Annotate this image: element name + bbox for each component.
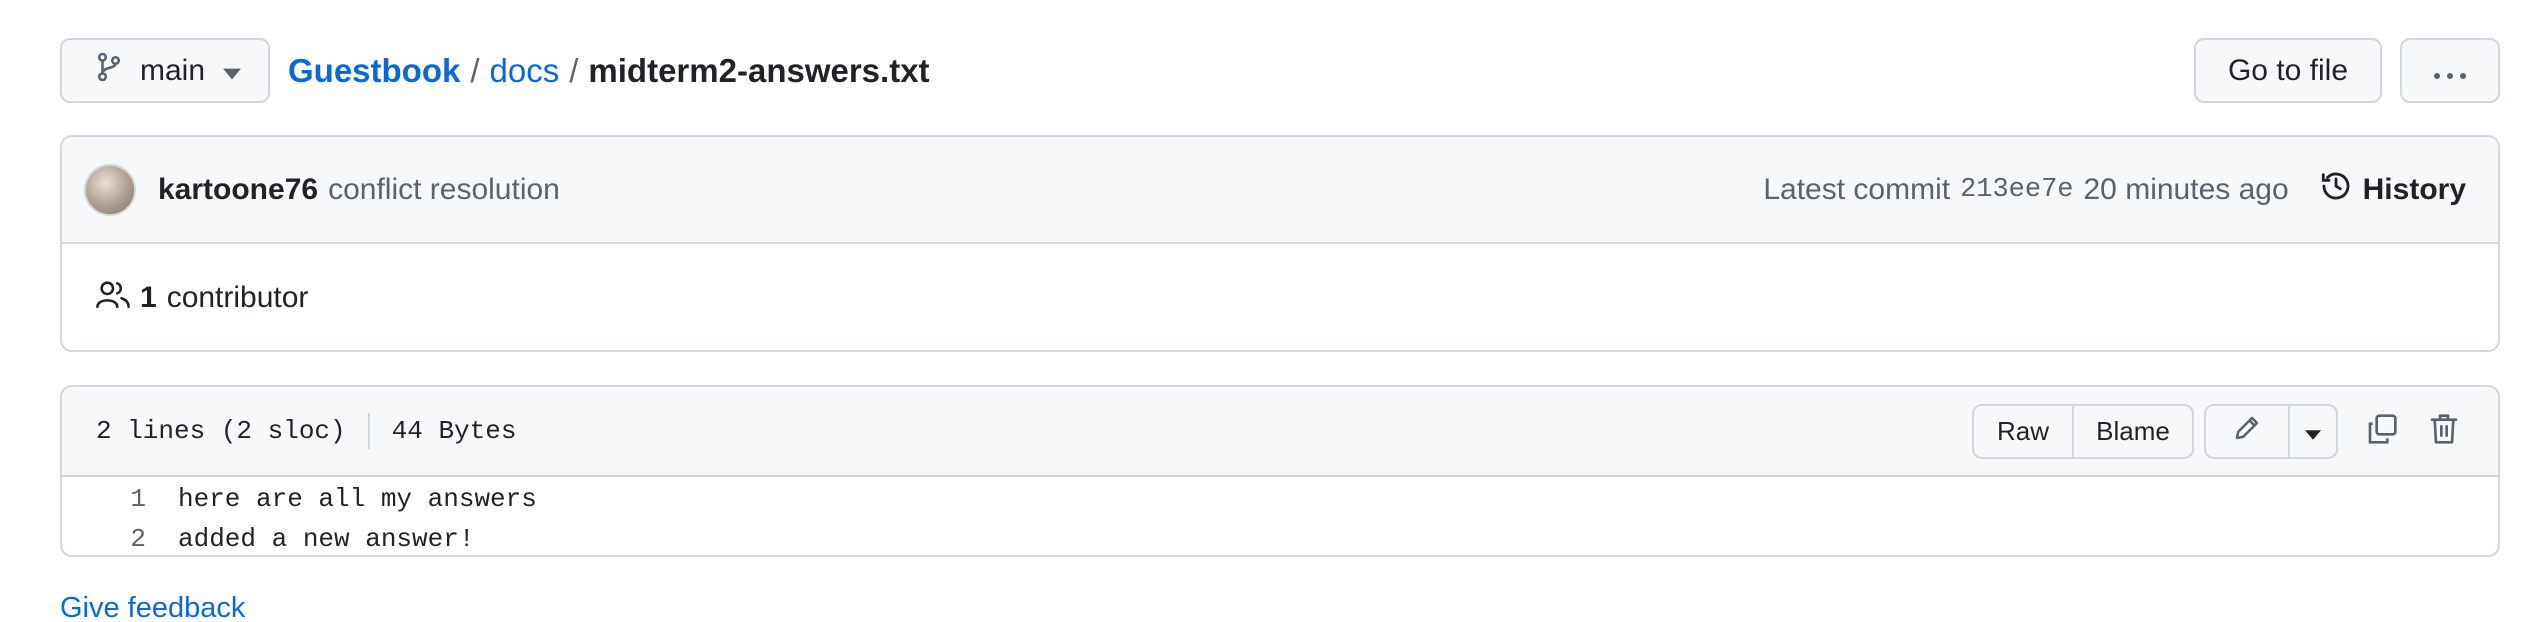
latest-commit-row: kartoone76 conflict resolution Latest co…	[62, 137, 2498, 244]
line-number[interactable]: 1	[62, 484, 146, 514]
pencil-icon	[2232, 413, 2262, 450]
branch-selector-button[interactable]: main	[60, 38, 270, 103]
trash-icon	[2429, 413, 2459, 450]
more-options-button[interactable]	[2400, 38, 2500, 103]
go-to-file-button[interactable]: Go to file	[2194, 38, 2382, 103]
commit-author-link[interactable]: kartoone76	[158, 173, 318, 207]
contributor-count: 1	[140, 281, 157, 314]
line-number[interactable]: 2	[62, 524, 146, 554]
latest-commit-label: Latest commit	[1763, 172, 1951, 206]
chevron-down-icon	[223, 54, 242, 88]
code-line: 1 here are all my answers	[62, 479, 2498, 519]
breadcrumb-repo-link[interactable]: Guestbook	[288, 54, 460, 87]
breadcrumb-separator: /	[569, 52, 579, 89]
top-actions: Go to file	[2194, 38, 2500, 103]
divider	[367, 413, 370, 449]
file-header: 2 lines (2 sloc) 44 Bytes Raw Blame	[62, 387, 2498, 477]
line-content: added a new answer!	[178, 524, 475, 554]
contributors-row[interactable]: 1 contributor	[62, 244, 2498, 350]
file-info: 2 lines (2 sloc) 44 Bytes	[96, 413, 516, 449]
breadcrumb-separator: /	[470, 52, 480, 89]
breadcrumb-file-name: midterm2-answers.txt	[588, 52, 930, 89]
copy-raw-button[interactable]	[2352, 404, 2412, 459]
copy-icon	[2366, 413, 2398, 450]
file-size: 44 Bytes	[391, 416, 517, 446]
people-icon	[96, 279, 130, 317]
chevron-down-icon	[2305, 416, 2321, 447]
git-branch-icon	[96, 52, 122, 90]
line-count: 2 lines (2 sloc)	[96, 416, 346, 446]
code-line: 2 added a new answer!	[62, 519, 2498, 555]
file-navigation-bar: main Guestbook / docs / midterm2-answers…	[60, 38, 2500, 103]
history-icon	[2319, 169, 2353, 211]
commit-message-link[interactable]: conflict resolution	[328, 173, 560, 207]
give-feedback-link[interactable]: Give feedback	[60, 592, 245, 622]
file-actions: Raw Blame	[1972, 403, 2474, 459]
contributor-label: contributor	[166, 281, 309, 314]
avatar[interactable]	[84, 163, 136, 216]
file-content-box: 2 lines (2 sloc) 44 Bytes Raw Blame 1 he…	[60, 385, 2500, 557]
commit-sha-link[interactable]: 213ee7e	[1960, 175, 2073, 205]
history-label: History	[2362, 172, 2466, 206]
breadcrumb-folder-link[interactable]: docs	[490, 54, 560, 87]
commit-time: 20 minutes ago	[2083, 172, 2289, 206]
commit-meta: Latest commit 213ee7e 20 minutes ago His…	[1763, 169, 2466, 211]
edit-options-dropdown[interactable]	[2288, 405, 2336, 457]
delete-file-button[interactable]	[2414, 404, 2474, 459]
edit-file-button[interactable]	[2206, 406, 2288, 457]
breadcrumb: Guestbook / docs / midterm2-answers.txt	[288, 54, 930, 87]
file-view-page: main Guestbook / docs / midterm2-answers…	[0, 0, 2548, 622]
branch-name: main	[140, 53, 206, 87]
edit-group	[2204, 403, 2338, 459]
kebab-horizontal-icon	[2433, 54, 2467, 88]
line-content: here are all my answers	[178, 484, 537, 514]
latest-commit-box: kartoone76 conflict resolution Latest co…	[60, 135, 2500, 352]
code-view[interactable]: 1 here are all my answers 2 added a new …	[62, 477, 2498, 555]
history-button[interactable]: History	[2319, 169, 2466, 211]
raw-button[interactable]: Raw	[1974, 406, 2072, 457]
blame-button[interactable]: Blame	[2072, 405, 2192, 457]
raw-blame-group: Raw Blame	[1972, 403, 2194, 459]
